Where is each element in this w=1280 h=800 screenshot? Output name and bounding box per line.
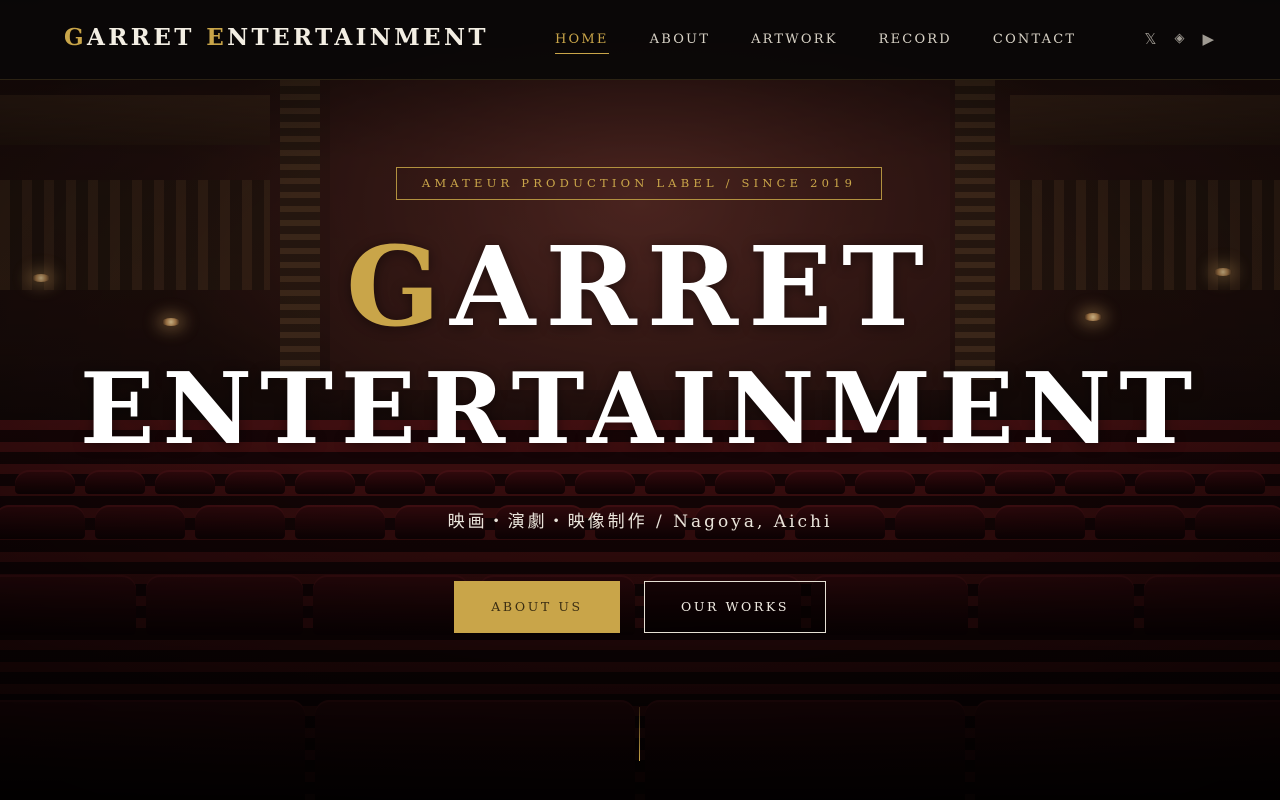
- our-works-button[interactable]: OUR WORKS: [644, 581, 826, 633]
- logo-text-garret: ARRET: [87, 24, 207, 51]
- logo-initial-e: E: [206, 24, 228, 51]
- site-logo[interactable]: GARRET ENTERTAINMENT: [64, 24, 489, 51]
- site-header: GARRET ENTERTAINMENT HOME ABOUT ARTWORK …: [0, 0, 1280, 80]
- hero-title-line1: GARRET: [0, 222, 1280, 352]
- nav-item-record[interactable]: RECORD: [879, 32, 952, 54]
- hero-section: AMATEUR PRODUCTION LABEL / SINCE 2019 GA…: [0, 0, 1280, 800]
- diamond-icon[interactable]: ◈: [1174, 30, 1184, 48]
- about-us-button[interactable]: ABOUT US: [454, 581, 620, 633]
- nav-item-about[interactable]: ABOUT: [650, 32, 710, 54]
- social-links: 𝕏 ◈ ▶: [1144, 30, 1214, 48]
- scroll-indicator: [639, 707, 640, 761]
- hero-title-line2: ENTERTAINMENT: [79, 352, 1201, 467]
- hero-title-initial: G: [346, 222, 451, 351]
- main-nav: HOME ABOUT ARTWORK RECORD CONTACT: [555, 32, 1076, 54]
- hero-tagline: AMATEUR PRODUCTION LABEL / SINCE 2019: [396, 167, 882, 200]
- hero-title-rest: ARRET: [450, 222, 934, 351]
- play-icon[interactable]: ▶: [1202, 30, 1214, 48]
- nav-item-home[interactable]: HOME: [555, 32, 609, 54]
- x-icon[interactable]: 𝕏: [1144, 30, 1156, 48]
- logo-initial-g: G: [64, 24, 88, 51]
- nav-item-artwork[interactable]: ARTWORK: [751, 32, 838, 54]
- hero-subtitle: 映画・演劇・映像制作 / Nagoya, Aichi: [447, 512, 833, 532]
- nav-item-contact[interactable]: CONTACT: [993, 32, 1076, 54]
- logo-text-entertainment: NTERTAINMENT: [227, 24, 489, 51]
